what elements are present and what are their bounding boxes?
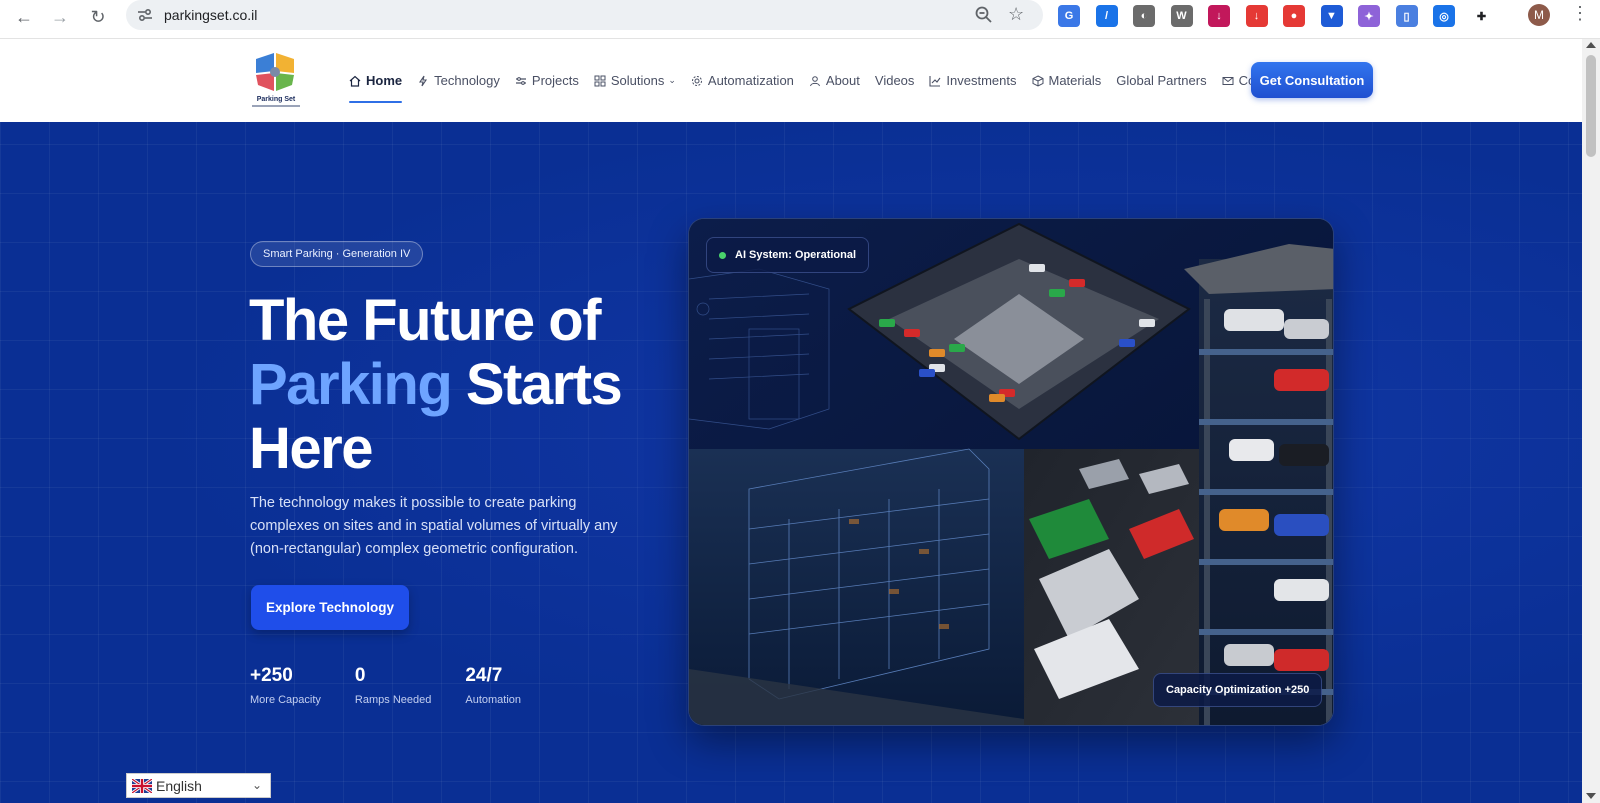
- box-icon: [1032, 74, 1043, 87]
- puzzle-icon[interactable]: ✚: [1471, 5, 1493, 27]
- download-red-icon[interactable]: ↓: [1245, 5, 1268, 27]
- browser-toolbar: ← → ↻ parkingset.co.il ☆ G / ◐ W ↓ ↓ ● ▼ ✦ ▯ ◎ ✚ M …: [0, 0, 1600, 39]
- nav-label: Solutions: [610, 73, 665, 88]
- nav-label: Investments: [946, 73, 1017, 88]
- language-label: English: [156, 777, 202, 794]
- sliders-icon: [515, 76, 526, 85]
- pokeball-icon[interactable]: ●: [1283, 5, 1305, 27]
- gear-icon: [691, 75, 702, 86]
- reload-icon[interactable]: ↻: [86, 5, 110, 29]
- hero-image-card: AI System: Operational Capacity Optimiza…: [688, 218, 1334, 726]
- nav-label: Automatization: [707, 73, 794, 88]
- hero-stats: +250 More Capacity 0 Ramps Needed 24/7 Automa…: [250, 664, 555, 706]
- nav-label: Videos: [874, 73, 915, 88]
- hero-section: Smart Parking · Generation IV The Future…: [0, 122, 1582, 803]
- explore-technology-button[interactable]: Explore Technology: [251, 585, 409, 630]
- ai-status-text: AI System: Operational: [735, 249, 857, 261]
- scroll-up-icon[interactable]: [1586, 42, 1596, 48]
- scroll-down-icon[interactable]: [1586, 793, 1596, 799]
- grid-icon: [594, 75, 606, 86]
- headline-line-3: Here: [249, 416, 373, 481]
- nav-item-videos[interactable]: Videos: [875, 39, 915, 122]
- language-selector[interactable]: English ⌄: [126, 773, 271, 798]
- stat-label: Ramps Needed: [354, 694, 432, 706]
- headline-line-1: The Future of: [249, 288, 602, 353]
- nav-item-about[interactable]: About: [809, 39, 860, 122]
- main-nav: Home Technology Projects Solutions ⌄ Automati…: [349, 39, 1298, 122]
- puzzle-logo-icon: [256, 53, 294, 91]
- nav-item-solutions[interactable]: Solutions ⌄: [594, 39, 676, 122]
- hero-badge: Smart Parking · Generation IV: [250, 241, 424, 267]
- parking-set-logo[interactable]: Parking Set: [252, 49, 300, 111]
- bolt-icon: [419, 75, 428, 86]
- zoom-icon[interactable]: [974, 5, 994, 25]
- parking-collage-image: [689, 219, 1333, 725]
- nav-item-home[interactable]: Home: [349, 39, 403, 122]
- docs-extension-icon[interactable]: ▯: [1395, 5, 1418, 27]
- screenshot-icon[interactable]: ◎: [1433, 5, 1455, 27]
- nav-item-investments[interactable]: Investments: [929, 39, 1017, 122]
- site-settings-icon[interactable]: [136, 6, 154, 24]
- mail-icon: [1222, 76, 1234, 85]
- chart-icon: [929, 75, 941, 87]
- capacity-text: Capacity Optimization +250: [1166, 684, 1310, 696]
- stat-value: 24/7: [465, 665, 503, 686]
- hero-headline: The Future of Parking Starts Here: [249, 289, 649, 481]
- stat-label: Automation: [465, 694, 522, 706]
- profile-avatar[interactable]: M: [1528, 4, 1550, 26]
- nav-item-technology[interactable]: Technology: [417, 39, 500, 122]
- hero-description: The technology makes it possible to crea…: [250, 495, 618, 557]
- nav-item-materials[interactable]: Materials: [1032, 39, 1102, 122]
- nav-item-automatization[interactable]: Automatization: [691, 39, 794, 122]
- stat-value: +250: [250, 665, 293, 686]
- nav-label: About: [825, 73, 860, 88]
- circle-extension-icon[interactable]: ◐: [1133, 5, 1155, 27]
- user-icon: [809, 75, 820, 86]
- nav-label: Global Partners: [1116, 73, 1207, 88]
- nav-item-global-partners[interactable]: Global Partners: [1116, 39, 1206, 122]
- headline-line-2: Starts: [465, 352, 623, 417]
- nav-label: Home: [366, 73, 403, 88]
- ai-status-pill: AI System: Operational: [706, 237, 870, 273]
- pen-icon[interactable]: /: [1095, 5, 1118, 27]
- chevron-down-icon: ⌄: [668, 75, 676, 85]
- home-icon: [349, 75, 361, 87]
- shield-extension-icon[interactable]: ▼: [1320, 5, 1343, 27]
- page-scrollbar[interactable]: [1582, 39, 1600, 803]
- status-dot-icon: [719, 251, 726, 259]
- nav-label: Materials: [1048, 73, 1102, 88]
- nav-label: Projects: [531, 73, 579, 88]
- address-bar[interactable]: parkingset.co.il ☆: [126, 0, 1043, 30]
- headline-accent: Parking: [249, 352, 453, 417]
- chevron-down-icon: ⌄: [251, 778, 262, 792]
- bookmark-star-icon[interactable]: ☆: [1008, 4, 1024, 25]
- nav-label: Technology: [434, 73, 500, 88]
- logo-text: Parking Set: [256, 96, 296, 103]
- translate-icon[interactable]: G: [1058, 5, 1080, 27]
- wordpress-icon[interactable]: W: [1170, 5, 1193, 27]
- uk-flag-icon: [132, 778, 152, 793]
- scrollbar-thumb[interactable]: [1586, 55, 1596, 157]
- get-consultation-button[interactable]: Get Consultation: [1251, 62, 1373, 98]
- forward-icon[interactable]: →: [48, 5, 72, 29]
- nav-item-projects[interactable]: Projects: [515, 39, 579, 122]
- stat-value: 0: [354, 665, 366, 686]
- stat-label: More Capacity: [250, 694, 321, 706]
- stat-item: 24/7 Automation: [465, 664, 521, 706]
- logo-tagline-line: [252, 105, 300, 107]
- site-header: Parking Set Home Technology Projects Soluti…: [0, 39, 1582, 122]
- browser-menu-icon[interactable]: ⋮: [1571, 3, 1589, 24]
- purple-extension-icon[interactable]: ✦: [1358, 5, 1380, 27]
- capacity-pill: Capacity Optimization +250: [1153, 673, 1323, 707]
- stat-item: +250 More Capacity: [250, 664, 321, 706]
- url-text[interactable]: parkingset.co.il: [164, 7, 257, 23]
- download-pink-icon[interactable]: ↓: [1208, 5, 1230, 27]
- stat-item: 0 Ramps Needed: [355, 664, 431, 706]
- back-icon[interactable]: ←: [12, 5, 36, 29]
